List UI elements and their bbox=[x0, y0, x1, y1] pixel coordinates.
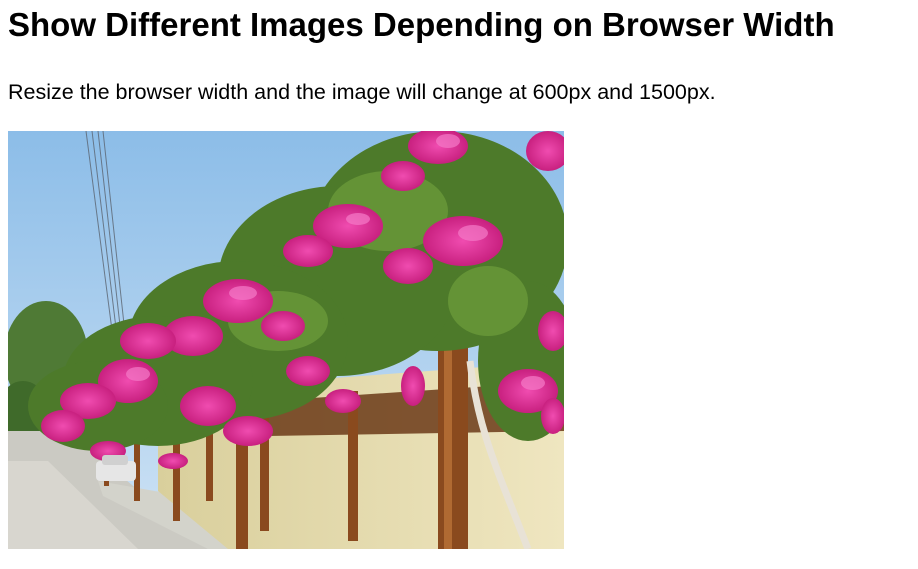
page-title: Show Different Images Depending on Brows… bbox=[8, 6, 835, 43]
page: Show Different Images Depending on Brows… bbox=[0, 0, 918, 569]
description-text: Resize the browser width and the image w… bbox=[8, 80, 716, 104]
flowers-photo bbox=[8, 131, 564, 549]
responsive-image bbox=[8, 131, 564, 549]
